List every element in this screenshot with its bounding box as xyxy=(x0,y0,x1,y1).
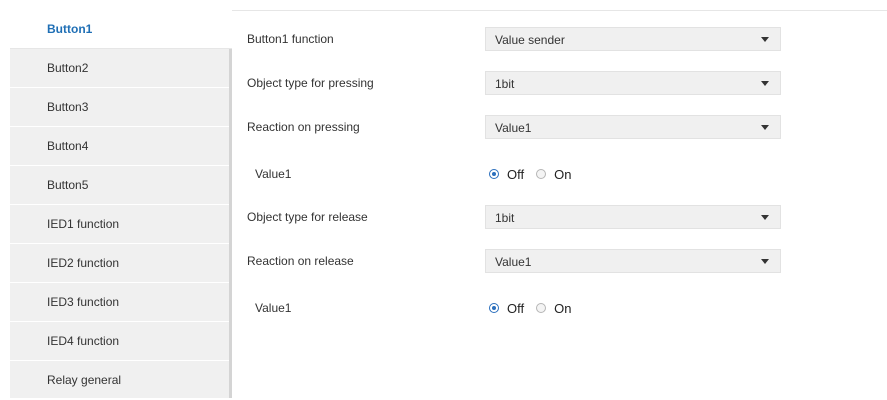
select-value: 1bit xyxy=(495,77,515,91)
reaction-pressing-label: Reaction on pressing xyxy=(247,120,360,134)
value1-release-label: Value1 xyxy=(255,301,292,315)
value1-pressing-row: Value1 Off On xyxy=(232,162,887,188)
select-value: Value1 xyxy=(495,255,532,269)
radio-label: On xyxy=(554,166,572,182)
chevron-down-icon xyxy=(761,215,769,220)
sidebar-item-ied3-function[interactable]: IED3 function xyxy=(10,283,229,322)
radio-checked-icon xyxy=(489,303,499,313)
value1-pressing-on-radio[interactable]: On xyxy=(536,167,571,182)
chevron-down-icon xyxy=(761,125,769,130)
parameter-panel: Button1 function Value sender Object typ… xyxy=(232,10,887,398)
sidebar-item-button2[interactable]: Button2 xyxy=(10,49,229,88)
sidebar-item-ied1-function[interactable]: IED1 function xyxy=(10,205,229,244)
radio-label: Off xyxy=(507,300,525,316)
button1-function-select[interactable]: Value sender xyxy=(485,27,781,51)
sidebar-item-button4[interactable]: Button4 xyxy=(10,127,229,166)
select-value: 1bit xyxy=(495,211,515,225)
button1-function-row: Button1 function Value sender xyxy=(232,27,887,53)
reaction-release-select[interactable]: Value1 xyxy=(485,249,781,273)
value1-release-on-radio[interactable]: On xyxy=(536,301,571,316)
object-type-pressing-row: Object type for pressing 1bit xyxy=(232,71,887,97)
value1-pressing-label: Value1 xyxy=(255,167,292,181)
object-type-release-select[interactable]: 1bit xyxy=(485,205,781,229)
reaction-pressing-row: Reaction on pressing Value1 xyxy=(232,115,887,141)
radio-label: On xyxy=(554,300,572,316)
value1-release-off-radio[interactable]: Off xyxy=(489,301,524,316)
sidebar-item-ied2-function[interactable]: IED2 function xyxy=(10,244,229,283)
value1-pressing-radio-group: Off On xyxy=(489,164,583,184)
select-value: Value1 xyxy=(495,121,532,135)
value1-release-radio-group: Off On xyxy=(489,298,583,318)
radio-unchecked-icon xyxy=(536,169,547,179)
object-type-release-label: Object type for release xyxy=(247,210,368,224)
value1-pressing-off-radio[interactable]: Off xyxy=(489,167,524,182)
value1-release-row: Value1 Off On xyxy=(232,296,887,322)
sidebar: Button1 Button2 Button3 Button4 Button5 … xyxy=(10,10,232,400)
chevron-down-icon xyxy=(761,37,769,42)
chevron-down-icon xyxy=(761,81,769,86)
reaction-release-row: Reaction on release Value1 xyxy=(232,249,887,275)
sidebar-item-button5[interactable]: Button5 xyxy=(10,166,229,205)
sidebar-item-button3[interactable]: Button3 xyxy=(10,88,229,127)
chevron-down-icon xyxy=(761,259,769,264)
radio-checked-icon xyxy=(489,169,499,179)
reaction-release-label: Reaction on release xyxy=(247,254,354,268)
sidebar-item-relay-general[interactable]: Relay general xyxy=(10,361,229,400)
select-value: Value sender xyxy=(495,33,565,47)
reaction-pressing-select[interactable]: Value1 xyxy=(485,115,781,139)
radio-unchecked-icon xyxy=(536,303,547,313)
radio-label: Off xyxy=(507,166,525,182)
sidebar-item-button1[interactable]: Button1 xyxy=(10,10,232,49)
button1-function-label: Button1 function xyxy=(247,32,334,46)
object-type-pressing-select[interactable]: 1bit xyxy=(485,71,781,95)
sidebar-item-ied4-function[interactable]: IED4 function xyxy=(10,322,229,361)
object-type-release-row: Object type for release 1bit xyxy=(232,205,887,231)
object-type-pressing-label: Object type for pressing xyxy=(247,76,374,90)
